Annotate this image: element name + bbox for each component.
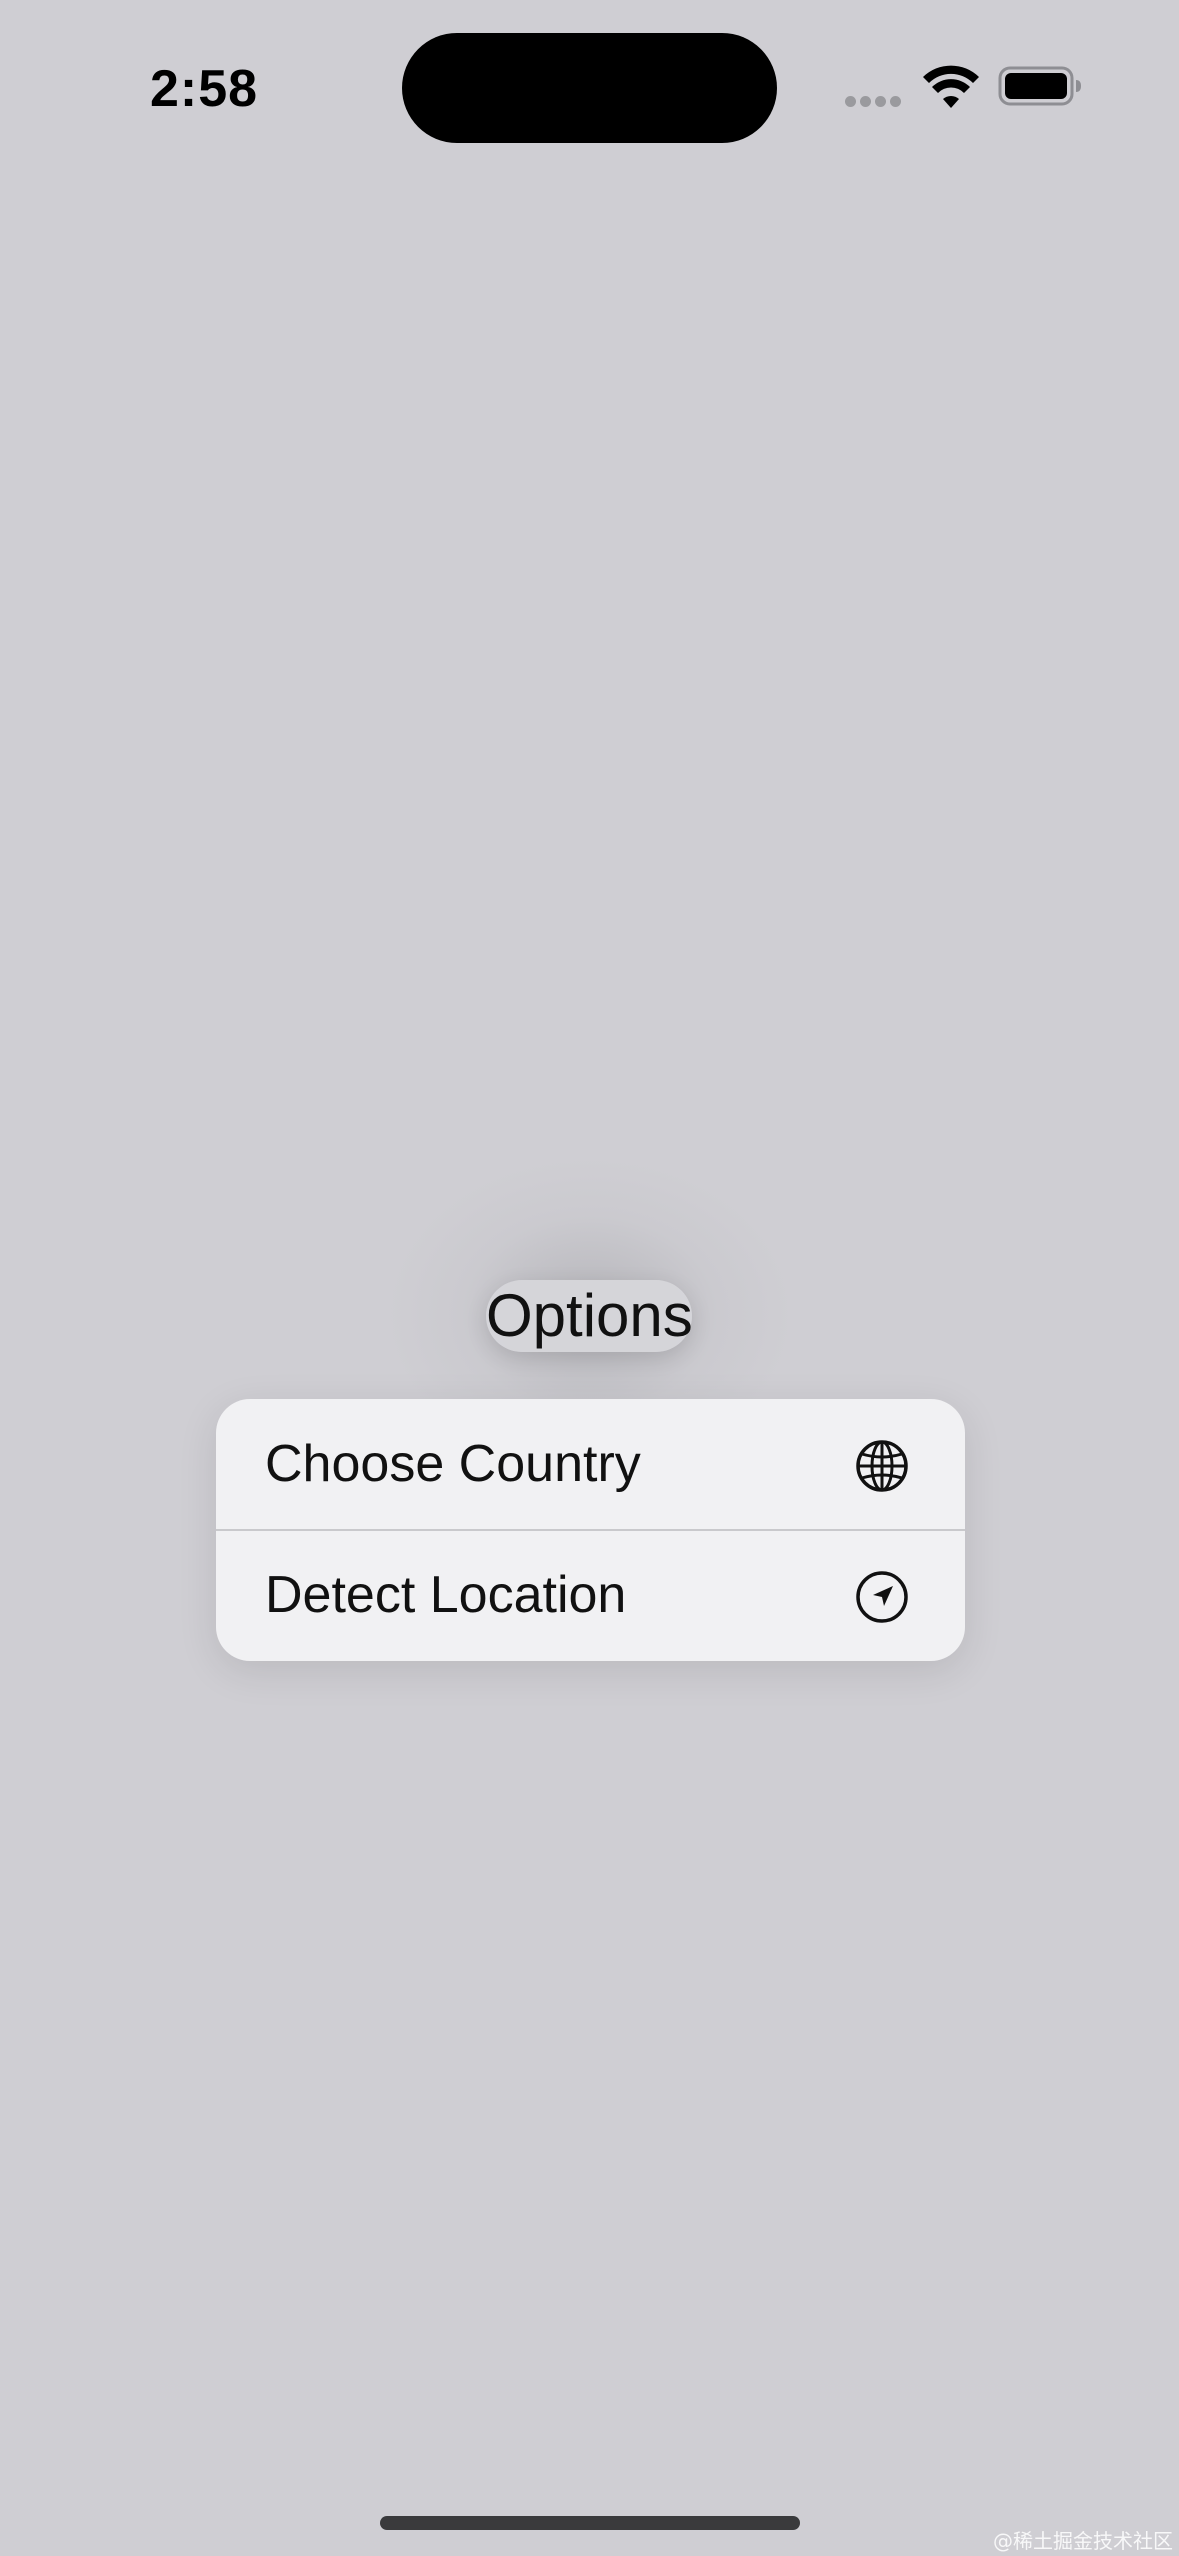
dynamic-island — [402, 33, 777, 143]
battery-icon — [998, 66, 1082, 106]
options-menu: Choose Country Detect Location — [216, 1399, 965, 1661]
screen: 2:58 Options Choose Country Detect Locat… — [0, 0, 1179, 2556]
menu-item-label: Detect Location — [265, 1566, 627, 1624]
watermark: @稀土掘金技术社区 — [993, 2529, 1173, 2553]
menu-item-choose-country[interactable]: Choose Country — [216, 1399, 965, 1530]
options-button[interactable]: Options — [486, 1280, 693, 1352]
globe-icon — [854, 1438, 910, 1494]
status-time: 2:58 — [150, 60, 259, 118]
wifi-icon — [923, 64, 979, 108]
home-indicator[interactable] — [380, 2516, 800, 2530]
menu-item-detect-location[interactable]: Detect Location — [216, 1530, 965, 1661]
location-arrow-icon — [854, 1569, 910, 1625]
menu-item-label: Choose Country — [265, 1435, 641, 1493]
cellular-dots-icon — [845, 94, 905, 107]
